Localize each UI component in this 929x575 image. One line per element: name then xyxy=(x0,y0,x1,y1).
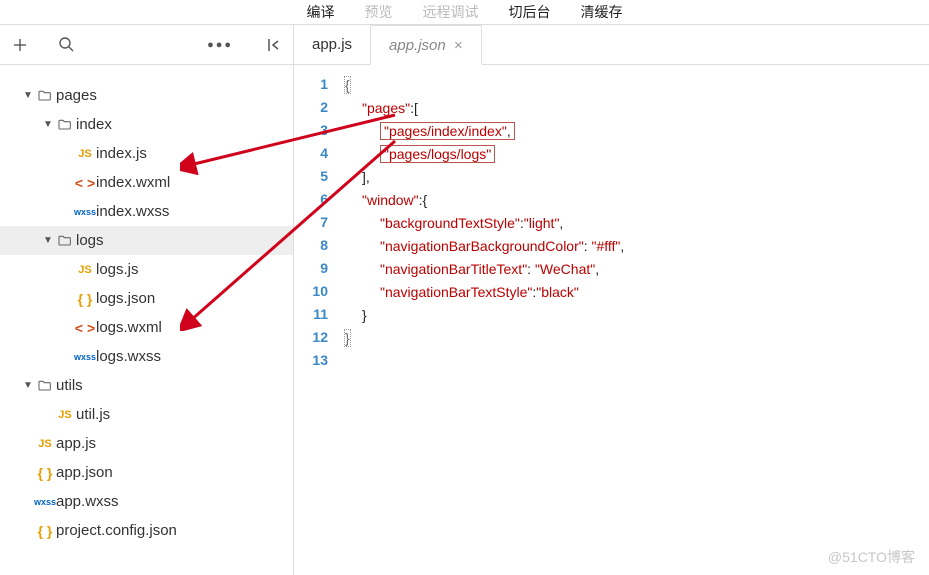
folder-icon xyxy=(34,378,56,394)
file-tree: ▼pages ▼index JSindex.js < >index.wxml w… xyxy=(0,65,293,545)
folder-utils[interactable]: ▼ utils xyxy=(0,371,293,400)
tab-app-js[interactable]: app.js xyxy=(294,25,370,64)
menu-remote[interactable]: 远程调试 xyxy=(423,2,479,22)
editor-pane: app.js app.json × 12345678910111213 { "pa… xyxy=(294,24,929,575)
json-icon: { } xyxy=(34,465,56,481)
caret-icon: ▼ xyxy=(42,119,54,130)
folder-icon xyxy=(54,233,76,249)
caret-icon: ▼ xyxy=(42,235,54,246)
menu-back[interactable]: 切后台 xyxy=(509,2,551,22)
folder-label: pages xyxy=(56,87,97,104)
file-label: project.config.json xyxy=(56,522,177,539)
file-logs-wxss[interactable]: wxsslogs.wxss xyxy=(0,342,293,371)
tab-app-json[interactable]: app.json × xyxy=(370,25,481,65)
line-gutter: 12345678910111213 xyxy=(294,65,344,575)
file-label: util.js xyxy=(76,406,110,423)
wxml-icon: < > xyxy=(74,175,96,191)
code-line: ], xyxy=(344,165,624,188)
sidebar: ●●● ▼pages ▼index JSindex.js < >index.wx… xyxy=(0,24,294,575)
wxml-icon: < > xyxy=(74,320,96,336)
tab-label: app.json xyxy=(389,37,446,54)
code-line xyxy=(344,349,624,372)
wxss-icon: wxss xyxy=(34,497,56,507)
file-label: index.wxml xyxy=(96,174,170,191)
file-util-js[interactable]: JSutil.js xyxy=(0,400,293,429)
main-area: ●●● ▼pages ▼index JSindex.js < >index.wx… xyxy=(0,24,929,575)
code-line: "pages/index/index", xyxy=(344,119,624,142)
code-line: "window":{ xyxy=(344,188,624,211)
code-area[interactable]: 12345678910111213 { "pages":[ "pages/ind… xyxy=(294,65,929,575)
file-label: app.json xyxy=(56,464,113,481)
code-lines: { "pages":[ "pages/index/index", "pages/… xyxy=(344,65,624,575)
collapse-icon[interactable] xyxy=(263,36,281,54)
folder-label: index xyxy=(76,116,112,133)
code-line: { xyxy=(344,73,624,96)
file-index-js[interactable]: JSindex.js xyxy=(0,139,293,168)
folder-label: logs xyxy=(76,232,104,249)
file-label: logs.wxml xyxy=(96,319,162,336)
wxss-icon: wxss xyxy=(74,207,96,217)
json-icon: { } xyxy=(74,291,96,307)
folder-logs[interactable]: ▼ logs xyxy=(0,226,293,255)
file-label: app.wxss xyxy=(56,493,119,510)
folder-pages[interactable]: ▼ pages xyxy=(0,81,293,110)
code-line: } xyxy=(344,326,624,349)
file-app-json[interactable]: { }app.json xyxy=(0,458,293,487)
js-icon: JS xyxy=(54,409,76,421)
file-app-wxss[interactable]: wxssapp.wxss xyxy=(0,487,293,516)
folder-label: utils xyxy=(56,377,83,394)
watermark: @51CTO博客 xyxy=(828,547,915,567)
top-menu: 编译 预览 远程调试 切后台 清缓存 xyxy=(0,0,929,24)
file-logs-json[interactable]: { }logs.json xyxy=(0,284,293,313)
wxss-icon: wxss xyxy=(74,352,96,362)
folder-icon xyxy=(54,117,76,133)
menu-clean[interactable]: 清缓存 xyxy=(581,2,623,22)
file-logs-wxml[interactable]: < >logs.wxml xyxy=(0,313,293,342)
js-icon: JS xyxy=(74,148,96,160)
file-label: app.js xyxy=(56,435,96,452)
file-label: index.js xyxy=(96,145,147,162)
file-label: logs.json xyxy=(96,290,155,307)
file-app-js[interactable]: JSapp.js xyxy=(0,429,293,458)
code-line: "navigationBarTextStyle":"black" xyxy=(344,280,624,303)
menu-compile[interactable]: 编译 xyxy=(307,2,335,22)
folder-index[interactable]: ▼ index xyxy=(0,110,293,139)
menu-preview[interactable]: 预览 xyxy=(365,2,393,22)
code-line: "pages":[ xyxy=(344,96,624,119)
search-icon[interactable] xyxy=(58,36,75,53)
tab-label: app.js xyxy=(312,36,352,53)
code-line: "pages/logs/logs" xyxy=(344,142,624,165)
file-index-wxml[interactable]: < >index.wxml xyxy=(0,168,293,197)
caret-icon: ▼ xyxy=(22,380,34,391)
sidebar-toolbar: ●●● xyxy=(0,25,293,65)
json-icon: { } xyxy=(34,523,56,539)
file-project-config[interactable]: { }project.config.json xyxy=(0,516,293,545)
code-line: } xyxy=(344,303,624,326)
editor-tabs: app.js app.json × xyxy=(294,25,929,65)
file-logs-js[interactable]: JSlogs.js xyxy=(0,255,293,284)
file-label: logs.wxss xyxy=(96,348,161,365)
code-line: "navigationBarTitleText": "WeChat", xyxy=(344,257,624,280)
more-icon[interactable]: ●●● xyxy=(207,39,233,51)
caret-icon: ▼ xyxy=(22,90,34,101)
folder-icon xyxy=(34,88,56,104)
code-line: "backgroundTextStyle":"light", xyxy=(344,211,624,234)
js-icon: JS xyxy=(34,438,56,450)
file-label: logs.js xyxy=(96,261,139,278)
file-index-wxss[interactable]: wxssindex.wxss xyxy=(0,197,293,226)
code-line: "navigationBarBackgroundColor": "#fff", xyxy=(344,234,624,257)
close-icon[interactable]: × xyxy=(454,37,463,54)
file-label: index.wxss xyxy=(96,203,169,220)
js-icon: JS xyxy=(74,264,96,276)
add-icon[interactable] xyxy=(12,37,28,53)
